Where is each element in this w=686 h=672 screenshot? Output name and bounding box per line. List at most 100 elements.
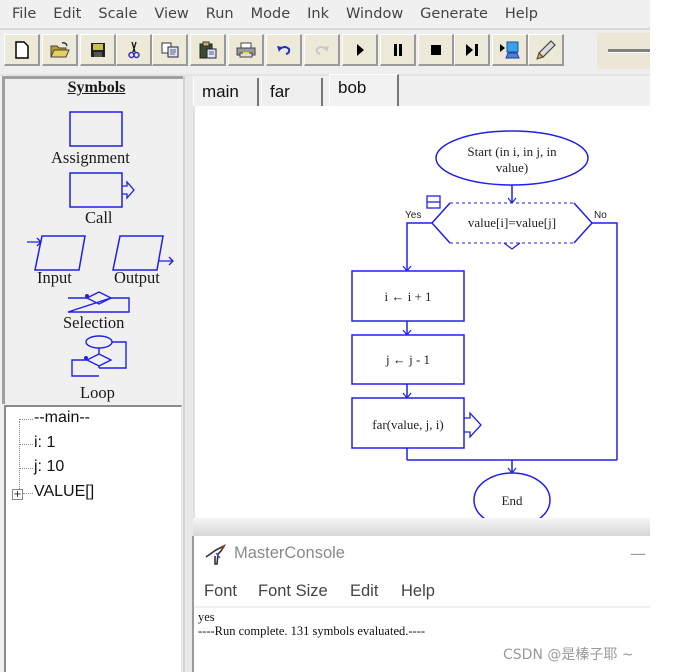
decision-node[interactable]: value[i]=value[j] (430, 202, 594, 250)
paste-button[interactable] (190, 34, 226, 66)
variable-i[interactable]: i: 1 (34, 434, 55, 452)
output-symbol-label[interactable]: Output (114, 268, 160, 288)
menu-view[interactable]: View (142, 6, 188, 22)
loop-symbol-icon[interactable] (69, 334, 131, 384)
assignment-symbol-label[interactable]: Assignment (51, 148, 130, 168)
assignment-symbol-icon[interactable] (69, 111, 125, 149)
console-menu-font[interactable]: Font (204, 582, 237, 601)
tree-connector (19, 421, 20, 491)
yes-label: Yes (405, 210, 421, 221)
console-output[interactable]: yes ----Run complete. 131 symbols evalua… (198, 610, 425, 638)
menu-bar: File Edit Scale View Run Mode Ink Window… (0, 0, 650, 28)
variable-scope-main[interactable]: --main-- (34, 409, 90, 427)
start-label-line2: value) (496, 160, 528, 175)
console-menu-edit[interactable]: Edit (350, 582, 378, 601)
step-2-label: j ← j - 1 (385, 352, 430, 367)
console-title: MasterConsole (234, 544, 345, 562)
console-menu-help[interactable]: Help (401, 582, 435, 601)
pause-button[interactable] (380, 34, 416, 66)
copy-button[interactable] (152, 34, 188, 66)
step-icon (465, 43, 478, 56)
expand-plus-icon[interactable]: + (12, 489, 23, 500)
call-step-label: far(value, j, i) (372, 417, 443, 432)
tree-connector (19, 444, 33, 445)
variable-value-array[interactable]: VALUE[] (34, 483, 94, 501)
new-button[interactable] (4, 34, 40, 66)
run-button[interactable] (342, 34, 378, 66)
no-connector (592, 222, 618, 460)
selection-symbol-icon[interactable] (67, 288, 131, 314)
play-icon (356, 43, 364, 56)
watermark: CSDN @是榛子耶 ~ (503, 647, 634, 663)
yes-connector (406, 222, 432, 270)
speed-slider-track[interactable] (608, 49, 650, 53)
symbols-panel: Symbols Assignment Call Input Output Sel… (2, 76, 185, 404)
speed-slider[interactable] (597, 33, 650, 69)
call-step[interactable]: far(value, j, i) (351, 397, 482, 449)
no-label: No (594, 210, 607, 221)
decision-label: value[i]=value[j] (468, 215, 556, 230)
floppy-disk-icon (90, 42, 105, 57)
open-folder-icon (49, 41, 70, 57)
selection-symbol-label[interactable]: Selection (63, 313, 124, 333)
open-button[interactable] (42, 34, 78, 66)
menu-edit[interactable]: Edit (41, 6, 81, 22)
step-1-label: i ← i + 1 (384, 289, 431, 304)
call-symbol-label[interactable]: Call (85, 208, 113, 228)
input-symbol-label[interactable]: Input (37, 268, 72, 288)
scissors-icon (127, 41, 140, 58)
loop-symbol-label[interactable]: Loop (80, 383, 115, 403)
variables-tree: --main-- i: 1 j: 10 + VALUE[] (4, 405, 182, 672)
symbols-title: Symbols (67, 79, 126, 96)
paste-clipboard-icon (199, 41, 216, 58)
undo-button[interactable] (266, 34, 302, 66)
tree-connector (23, 493, 33, 494)
console-minimize-button[interactable]: — (630, 544, 646, 563)
console-app-icon (205, 544, 227, 565)
call-symbol-icon[interactable] (69, 172, 143, 210)
flowchart-canvas[interactable]: Start (in i, in j, in value) value[i]=va… (193, 106, 650, 536)
flowchart: Start (in i, in j, in value) value[i]=va… (351, 130, 618, 528)
tab-strip: main far bob (193, 74, 650, 108)
menu-file[interactable]: File (0, 6, 36, 22)
new-file-icon (14, 40, 29, 59)
console-output-line: ----Run complete. 131 symbols evaluated.… (198, 624, 426, 638)
pen-icon (535, 39, 556, 60)
menu-ink[interactable]: Ink (295, 6, 329, 22)
stop-button[interactable] (418, 34, 454, 66)
menu-help[interactable]: Help (493, 6, 538, 22)
console-menu-bar: Font Font Size Edit Help (194, 574, 650, 608)
redo-button[interactable] (304, 34, 340, 66)
tab-far[interactable]: far (261, 78, 323, 108)
save-button[interactable] (80, 34, 116, 66)
tab-bob[interactable]: bob (329, 74, 399, 107)
stop-icon (430, 44, 441, 55)
print-button[interactable] (228, 34, 264, 66)
ink-button[interactable] (528, 34, 564, 66)
menu-run[interactable]: Run (194, 6, 234, 22)
menu-generate[interactable]: Generate (408, 6, 488, 22)
undo-icon (276, 45, 290, 55)
process-step-1[interactable]: i ← i + 1 (351, 270, 465, 322)
cut-button[interactable] (116, 34, 152, 66)
menu-mode[interactable]: Mode (239, 6, 291, 22)
process-step-2[interactable]: j ← j - 1 (351, 334, 465, 385)
end-label: End (502, 493, 523, 508)
console-menu-font-size[interactable]: Font Size (258, 582, 328, 601)
step-button[interactable] (454, 34, 490, 66)
console-output-line: yes (198, 610, 215, 624)
variable-j[interactable]: j: 10 (34, 458, 64, 476)
computer-run-icon (499, 41, 520, 58)
tab-main[interactable]: main (193, 78, 259, 108)
start-terminal[interactable]: Start (in i, in j, in value) (435, 130, 589, 186)
left-panel: Symbols Assignment Call Input Output Sel… (0, 76, 188, 672)
canvas-bottom-edge (193, 518, 650, 536)
menu-window[interactable]: Window (334, 6, 403, 22)
collapse-icon[interactable] (426, 195, 441, 209)
pause-icon (393, 43, 402, 56)
run-to-computer-button[interactable] (492, 34, 528, 66)
console-title-bar: MasterConsole — (194, 536, 650, 574)
printer-icon (236, 42, 255, 57)
tree-connector (19, 468, 33, 469)
menu-scale[interactable]: Scale (86, 6, 137, 22)
